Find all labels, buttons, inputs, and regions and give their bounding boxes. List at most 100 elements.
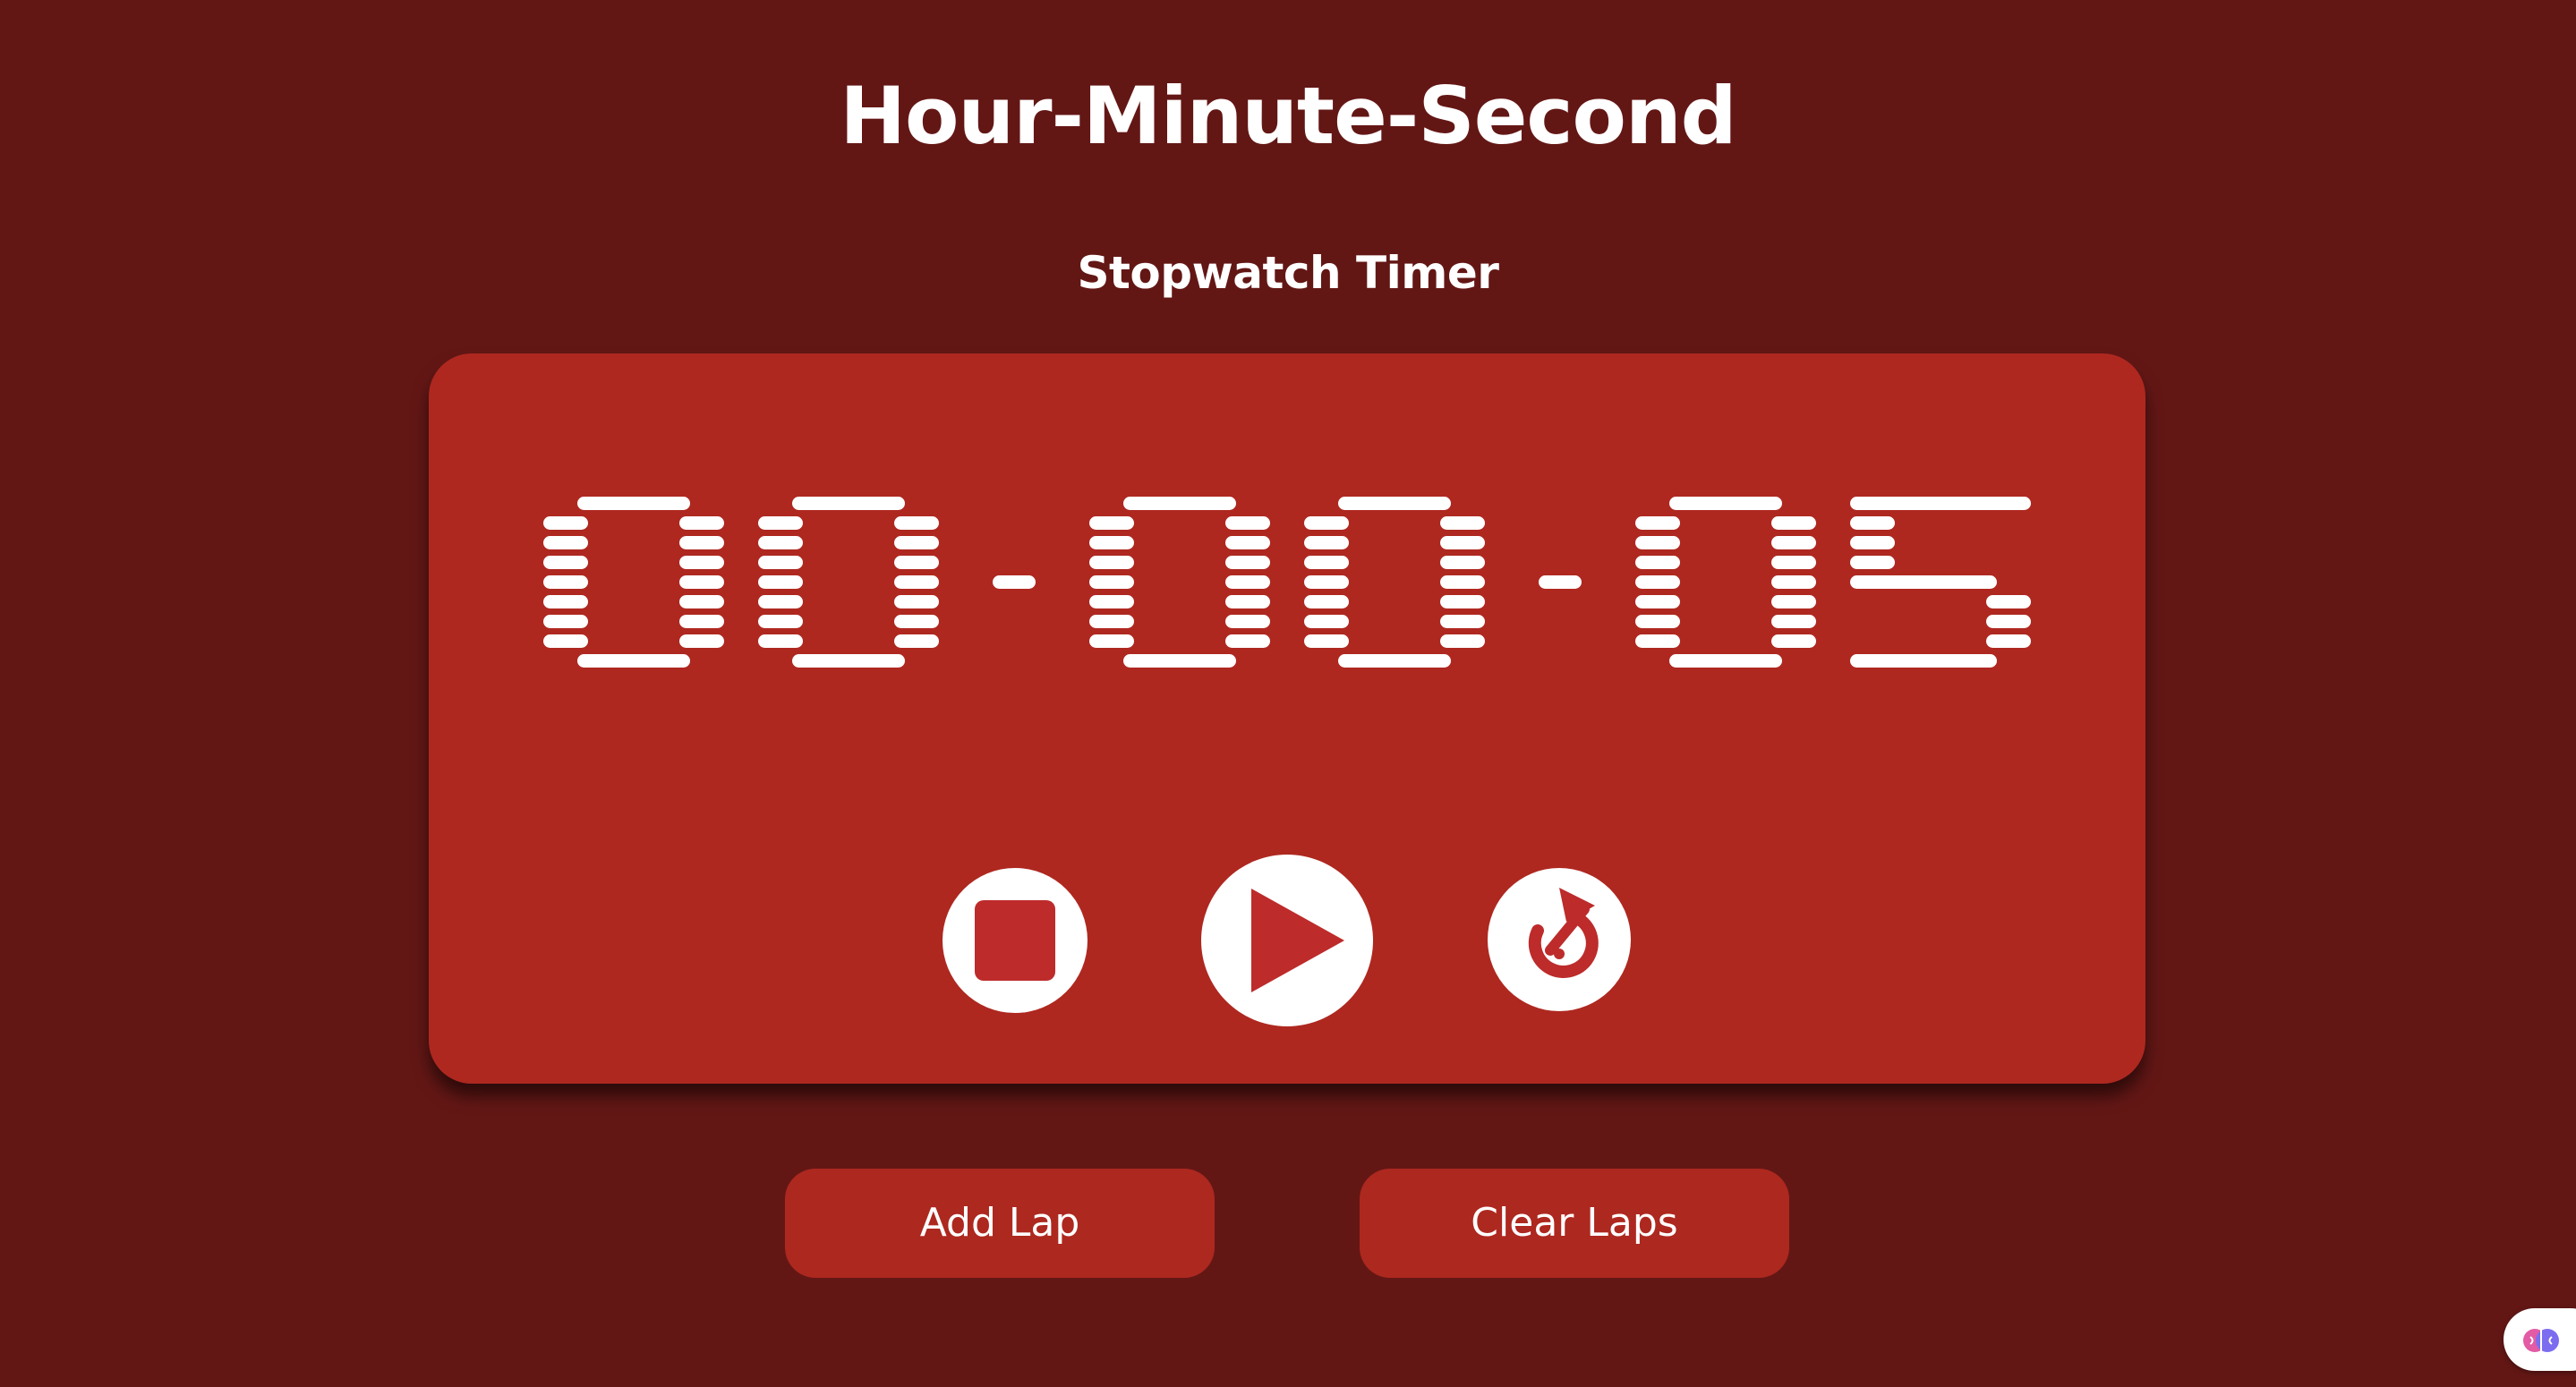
digit-stripe	[679, 634, 724, 648]
digit-stripe	[1771, 634, 1816, 648]
digit-stripe	[894, 516, 939, 530]
digit-stripe	[1225, 575, 1270, 589]
reset-icon	[1528, 888, 1599, 978]
digit-stripe	[1225, 536, 1270, 549]
extension-badge[interactable]	[2503, 1308, 2576, 1371]
digit-stripe	[543, 595, 588, 608]
time-digit	[1850, 497, 2031, 668]
digit-stripe	[1850, 654, 1997, 668]
digit-stripe	[679, 556, 724, 569]
time-digit	[758, 497, 939, 668]
time-digit	[1304, 497, 1485, 668]
digit-stripe	[894, 556, 939, 569]
digit-stripe	[1771, 615, 1816, 628]
digit-stripe	[577, 654, 690, 668]
digit-stripe	[1635, 575, 1680, 589]
digit-stripe	[543, 575, 588, 589]
digit-stripe	[679, 595, 724, 608]
digit-stripe	[1089, 536, 1134, 549]
digit-stripe	[1986, 634, 2031, 648]
digit-stripe	[1123, 497, 1236, 510]
digit-stripe	[1771, 575, 1816, 589]
digit-stripe	[1986, 595, 2031, 608]
digit-stripe	[1089, 575, 1134, 589]
digit-stripe	[679, 516, 724, 530]
time-separator	[1539, 575, 1582, 589]
digit-stripe	[1304, 536, 1349, 549]
digit-stripe	[1304, 516, 1349, 530]
digit-stripe	[1225, 516, 1270, 530]
page-title: Hour-Minute-Second	[840, 70, 1736, 162]
time-digit	[543, 497, 724, 668]
digit-stripe	[1440, 634, 1485, 648]
digit-stripe	[1850, 497, 2031, 510]
digit-stripe	[758, 595, 803, 608]
digit-stripe	[1635, 615, 1680, 628]
digit-stripe	[1440, 536, 1485, 549]
digit-stripe	[1304, 556, 1349, 569]
play-icon	[1251, 889, 1344, 992]
digit-stripe	[1635, 536, 1680, 549]
digit-stripe	[792, 654, 905, 668]
digit-stripe	[1771, 536, 1816, 549]
digit-stripe	[1850, 536, 1895, 549]
digit-stripe	[1986, 615, 2031, 628]
stopwatch-page: Hour-Minute-Second Stopwatch Timer Add L	[0, 0, 2576, 1387]
digit-stripe	[1440, 556, 1485, 569]
digit-stripe	[1635, 556, 1680, 569]
digit-stripe	[679, 615, 724, 628]
digit-stripe	[1771, 556, 1816, 569]
digit-stripe	[543, 536, 588, 549]
digit-stripe	[1850, 516, 1895, 530]
digit-stripe	[758, 634, 803, 648]
digit-stripe	[1123, 654, 1236, 668]
digit-stripe	[1440, 575, 1485, 589]
time-display	[441, 488, 2133, 702]
digit-stripe	[543, 516, 588, 530]
digit-stripe	[894, 634, 939, 648]
digit-stripe	[1304, 615, 1349, 628]
digit-stripe	[792, 497, 905, 510]
digit-stripe	[1225, 556, 1270, 569]
digit-stripe	[758, 575, 803, 589]
digit-stripe	[1635, 595, 1680, 608]
digit-stripe	[1669, 497, 1782, 510]
brain-icon	[2523, 1329, 2559, 1352]
digit-stripe	[758, 536, 803, 549]
digit-stripe	[1440, 615, 1485, 628]
digit-stripe	[1225, 595, 1270, 608]
digit-stripe	[894, 615, 939, 628]
stopwatch-panel	[429, 353, 2145, 1084]
digit-stripe	[1850, 556, 1895, 569]
time-separator	[993, 575, 1036, 589]
digit-stripe	[1225, 634, 1270, 648]
digit-stripe	[1225, 615, 1270, 628]
digit-stripe	[1338, 654, 1451, 668]
digit-stripe	[1635, 634, 1680, 648]
digit-stripe	[758, 516, 803, 530]
digit-stripe	[1440, 595, 1485, 608]
digit-stripe	[577, 497, 690, 510]
digit-stripe	[758, 615, 803, 628]
digit-stripe	[1089, 595, 1134, 608]
digit-stripe	[1089, 615, 1134, 628]
digit-stripe	[894, 536, 939, 549]
play-button[interactable]	[1201, 855, 1373, 1026]
clear-laps-button[interactable]: Clear Laps	[1360, 1169, 1789, 1278]
digit-stripe	[1669, 654, 1782, 668]
stop-icon	[975, 900, 1055, 981]
digit-stripe	[679, 575, 724, 589]
digit-stripe	[1089, 634, 1134, 648]
digit-stripe	[1539, 575, 1582, 589]
stop-button[interactable]	[943, 868, 1088, 1013]
digit-stripe	[543, 615, 588, 628]
digit-stripe	[543, 634, 588, 648]
time-display-digits	[543, 497, 2031, 668]
digit-stripe	[894, 575, 939, 589]
digit-stripe	[1771, 516, 1816, 530]
digit-stripe	[543, 556, 588, 569]
reset-button[interactable]	[1488, 868, 1631, 1011]
add-lap-button[interactable]: Add Lap	[785, 1169, 1215, 1278]
page-subtitle: Stopwatch Timer	[1077, 247, 1499, 299]
digit-stripe	[1089, 516, 1134, 530]
